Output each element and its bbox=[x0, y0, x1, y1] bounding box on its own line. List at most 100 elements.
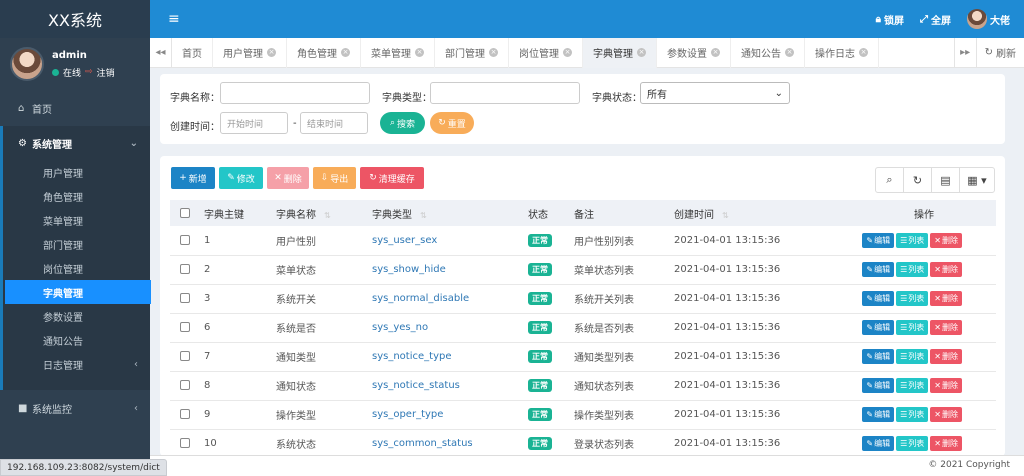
table-row[interactable]: 9 操作类型 sys_oper_type 正常 操作类型列表 2021-04-01 13:… bbox=[170, 400, 996, 429]
select-all-checkbox[interactable] bbox=[180, 207, 190, 218]
tabs-next-icon[interactable]: ▸▸ bbox=[953, 37, 976, 68]
row-checkbox[interactable] bbox=[180, 409, 190, 419]
table-row[interactable]: 2 菜单状态 sys_show_hide 正常 菜单状态列表 2021-04-01 13:… bbox=[170, 255, 996, 284]
row-checkbox[interactable] bbox=[180, 380, 190, 390]
row-delete-button[interactable]: ✕ 删除 bbox=[930, 378, 962, 393]
lock-screen-button[interactable]: 🔒︎ 锁屏 bbox=[876, 12, 904, 27]
user-menu[interactable]: 大佬 bbox=[967, 9, 1010, 29]
table-row[interactable]: 10 系统状态 sys_common_status 正常 登录状态列表 2021-04-0… bbox=[170, 429, 996, 456]
tab-item[interactable]: 用户管理 × bbox=[213, 37, 287, 68]
logout-link[interactable]: 注销 bbox=[97, 66, 115, 79]
cell-type-link[interactable]: sys_notice_type bbox=[372, 351, 451, 362]
tab-item[interactable]: 菜单管理 × bbox=[361, 37, 435, 68]
sidebar-subitem[interactable]: 部门管理 bbox=[3, 232, 150, 256]
close-icon[interactable]: × bbox=[859, 48, 868, 57]
close-icon[interactable]: × bbox=[489, 48, 498, 57]
close-icon[interactable]: × bbox=[415, 48, 424, 57]
sidebar-subitem[interactable]: 日志管理 ‹ bbox=[3, 352, 150, 376]
avatar[interactable] bbox=[10, 47, 44, 81]
sidebar-subitem[interactable]: 角色管理 bbox=[3, 184, 150, 208]
tab-item[interactable]: 首页 bbox=[172, 37, 213, 68]
close-icon[interactable]: × bbox=[563, 48, 572, 57]
columns-icon[interactable]: ▦ ▾ bbox=[960, 168, 994, 192]
sidebar-item-home[interactable]: ⌂ 首页 bbox=[0, 90, 150, 126]
row-list-button[interactable]: ☰ 列表 bbox=[896, 320, 929, 335]
refresh-button[interactable]: ↻ 刷新 bbox=[975, 37, 1024, 68]
row-delete-button[interactable]: ✕ 删除 bbox=[930, 232, 962, 248]
dict-name-input[interactable] bbox=[220, 82, 370, 104]
sidebar-subitem[interactable]: 菜单管理 bbox=[3, 208, 150, 232]
row-delete-button[interactable]: ✕ 删除 bbox=[930, 320, 962, 335]
row-edit-button[interactable]: ✎ 编辑 bbox=[862, 232, 895, 248]
table-row[interactable]: 3 系统开关 sys_normal_disable 正常 系统开关列表 2021-04-0… bbox=[170, 284, 996, 313]
add-button[interactable]: + 新增 bbox=[171, 167, 215, 189]
row-edit-button[interactable]: ✎ 编辑 bbox=[862, 378, 895, 393]
sidebar-subitem[interactable]: 用户管理 bbox=[3, 160, 150, 184]
row-delete-button[interactable]: ✕ 删除 bbox=[930, 436, 962, 451]
end-time-input[interactable]: 结束时间 bbox=[300, 112, 368, 134]
sidebar-item-system[interactable]: ⚙ 系统管理 ⌄ bbox=[3, 126, 150, 160]
row-delete-button[interactable]: ✕ 删除 bbox=[930, 262, 962, 277]
row-list-button[interactable]: ☰ 列表 bbox=[896, 291, 929, 306]
sidebar-subitem[interactable]: 参数设置 bbox=[3, 304, 150, 328]
col-type[interactable]: 字典类型 ⇅ bbox=[368, 200, 524, 226]
dict-status-select[interactable]: 所有 ⌄ bbox=[640, 82, 790, 104]
row-edit-button[interactable]: ✎ 编辑 bbox=[862, 436, 895, 451]
row-checkbox[interactable] bbox=[180, 234, 190, 245]
close-icon[interactable]: × bbox=[341, 48, 350, 57]
sidebar-subitem[interactable]: 通知公告 bbox=[3, 328, 150, 352]
row-list-button[interactable]: ☰ 列表 bbox=[896, 232, 929, 248]
row-checkbox[interactable] bbox=[180, 351, 190, 361]
row-delete-button[interactable]: ✕ 删除 bbox=[930, 349, 962, 364]
close-icon[interactable]: × bbox=[637, 48, 646, 57]
delete-button[interactable]: ✕ 删除 bbox=[267, 167, 309, 189]
row-checkbox[interactable] bbox=[180, 322, 190, 332]
app-logo[interactable]: XX系统 bbox=[0, 0, 150, 38]
close-icon[interactable]: × bbox=[267, 48, 276, 57]
tab-item[interactable]: 参数设置 × bbox=[657, 37, 731, 68]
logout-icon[interactable]: ⇨ bbox=[85, 67, 93, 77]
tab-item[interactable]: 操作日志 × bbox=[805, 37, 879, 68]
table-row[interactable]: 6 系统是否 sys_yes_no 正常 系统是否列表 2021-04-01 13:15:… bbox=[170, 313, 996, 342]
dict-type-input[interactable] bbox=[430, 82, 580, 104]
row-edit-button[interactable]: ✎ 编辑 bbox=[862, 407, 895, 422]
tab-item[interactable]: 通知公告 × bbox=[731, 37, 805, 68]
close-icon[interactable]: × bbox=[785, 48, 794, 57]
export-button[interactable]: ⇩ 导出 bbox=[313, 167, 356, 189]
row-list-button[interactable]: ☰ 列表 bbox=[896, 262, 929, 277]
start-time-input[interactable]: 开始时间 bbox=[220, 112, 288, 134]
sidebar-subitem[interactable]: 字典管理 bbox=[5, 280, 151, 304]
row-list-button[interactable]: ☰ 列表 bbox=[896, 349, 929, 364]
sidebar-subitem[interactable]: 岗位管理 bbox=[3, 256, 150, 280]
cell-type-link[interactable]: sys_user_sex bbox=[372, 235, 437, 246]
row-checkbox[interactable] bbox=[180, 438, 190, 448]
row-list-button[interactable]: ☰ 列表 bbox=[896, 407, 929, 422]
tab-item[interactable]: 部门管理 × bbox=[435, 37, 509, 68]
row-list-button[interactable]: ☰ 列表 bbox=[896, 436, 929, 451]
col-id[interactable]: 字典主键 bbox=[200, 200, 272, 226]
search-toggle-icon[interactable]: ⌕ bbox=[876, 168, 904, 192]
tabs-prev-icon[interactable]: ◂◂ bbox=[150, 37, 172, 68]
table-row[interactable]: 8 通知状态 sys_notice_status 正常 通知状态列表 2021-04-01… bbox=[170, 371, 996, 400]
cell-type-link[interactable]: sys_show_hide bbox=[372, 264, 446, 275]
row-delete-button[interactable]: ✕ 删除 bbox=[930, 291, 962, 306]
cell-type-link[interactable]: sys_oper_type bbox=[372, 409, 443, 420]
print-icon[interactable]: ▤ bbox=[932, 168, 960, 192]
row-checkbox[interactable] bbox=[180, 293, 190, 303]
row-edit-button[interactable]: ✎ 编辑 bbox=[862, 262, 895, 277]
fullscreen-button[interactable]: ⤢ 全屏 bbox=[920, 12, 951, 27]
tab-item[interactable]: 字典管理 × bbox=[583, 37, 657, 68]
row-edit-button[interactable]: ✎ 编辑 bbox=[862, 349, 895, 364]
table-row[interactable]: 1 用户性别 sys_user_sex 正常 用户性别列表 2021-04-01 13:1… bbox=[170, 226, 996, 255]
row-edit-button[interactable]: ✎ 编辑 bbox=[862, 320, 895, 335]
cell-type-link[interactable]: sys_normal_disable bbox=[372, 293, 469, 304]
tab-item[interactable]: 岗位管理 × bbox=[509, 37, 583, 68]
refresh-table-icon[interactable]: ↻ bbox=[904, 168, 932, 192]
table-row[interactable]: 7 通知类型 sys_notice_type 正常 通知类型列表 2021-04-01 1… bbox=[170, 342, 996, 371]
clear-cache-button[interactable]: ↻ 清理缓存 bbox=[360, 167, 424, 189]
menu-toggle-icon[interactable]: ≡ bbox=[168, 11, 180, 27]
row-list-button[interactable]: ☰ 列表 bbox=[896, 378, 929, 393]
edit-button[interactable]: ✎ 修改 bbox=[219, 167, 263, 189]
reset-button[interactable]: ↻ 重置 bbox=[430, 112, 474, 134]
row-delete-button[interactable]: ✕ 删除 bbox=[930, 407, 962, 422]
